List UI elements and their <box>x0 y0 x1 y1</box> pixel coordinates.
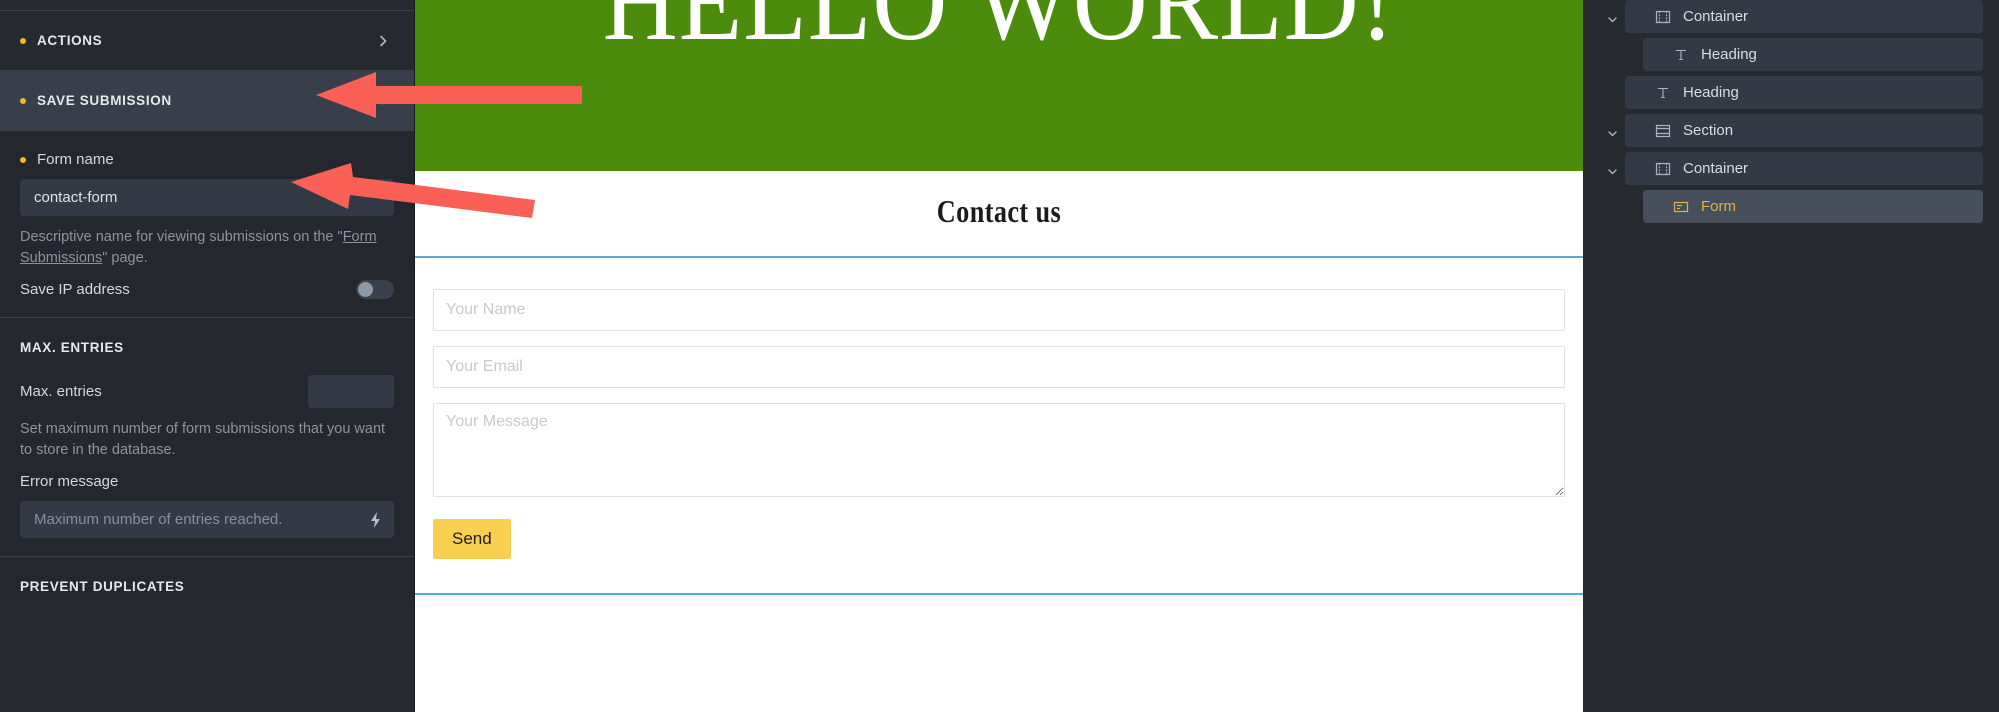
layer-line: Container <box>1599 152 1983 190</box>
form-name-status-dot <box>20 156 26 163</box>
container-icon <box>1651 9 1675 25</box>
editor-window: ACTIONS SAVE SUBMISSION Form name Descri… <box>0 0 1999 712</box>
save-submission-body: Form name Descriptive name for viewing s… <box>0 131 414 319</box>
layer-label: Section <box>1683 122 1734 139</box>
panel-top-divider <box>0 0 414 11</box>
container-icon <box>1651 161 1675 177</box>
your-name-input[interactable] <box>433 289 1565 331</box>
form-name-help-prefix: Descriptive name for viewing submissions… <box>20 229 343 245</box>
form-name-input[interactable] <box>20 179 394 216</box>
layer-label: Container <box>1683 160 1749 177</box>
layer-row-container[interactable]: Container <box>1625 152 1983 185</box>
form-name-help-text: Descriptive name for viewing submissions… <box>20 227 394 268</box>
max-entries-help-text: Set maximum number of form submissions t… <box>20 421 386 458</box>
max-entries-label: Max. entries <box>20 383 102 401</box>
prevent-duplicates-heading: PREVENT DUPLICATES <box>20 579 185 595</box>
chevron-down-icon[interactable] <box>1599 14 1625 25</box>
layers-panel: Container Heading Heading Section Contai… <box>1583 0 1999 712</box>
max-entries-row: Max. entries <box>20 375 394 409</box>
layer-line: Section <box>1599 114 1983 152</box>
error-message-input[interactable] <box>20 501 394 539</box>
form-name-help-suffix: " page. <box>102 249 148 266</box>
your-message-textarea[interactable] <box>433 403 1565 497</box>
prevent-duplicates-section[interactable]: PREVENT DUPLICATES <box>0 557 414 595</box>
layer-line: Container <box>1599 0 1983 38</box>
layer-row-heading[interactable]: Heading <box>1625 76 1983 109</box>
settings-panel: ACTIONS SAVE SUBMISSION Form name Descri… <box>0 0 415 712</box>
layer-line: Form <box>1599 190 1983 228</box>
save-submission-section-title: SAVE SUBMISSION <box>37 93 172 108</box>
chevron-down-icon <box>376 94 390 108</box>
save-submission-section-header[interactable]: SAVE SUBMISSION <box>0 71 414 131</box>
layer-label: Heading <box>1683 84 1739 101</box>
actions-status-dot <box>20 37 26 44</box>
layer-row-container[interactable]: Container <box>1625 0 1983 33</box>
error-message-field <box>20 501 394 539</box>
hero-section[interactable]: HELLO WORLD! <box>415 0 1583 171</box>
max-entries-input[interactable] <box>308 375 394 409</box>
layer-row-heading[interactable]: Heading <box>1643 38 1983 71</box>
layer-label: Heading <box>1701 46 1757 63</box>
toggle-knob <box>358 282 373 298</box>
layer-line: Heading <box>1599 38 1983 76</box>
save-ip-label: Save IP address <box>20 281 130 299</box>
save-submission-status-dot <box>20 97 26 104</box>
layer-label: Container <box>1683 8 1749 25</box>
form-name-label: Form name <box>37 151 114 168</box>
section-icon <box>1651 123 1675 139</box>
contact-heading[interactable]: Contact us <box>520 171 1478 256</box>
form-icon <box>1669 199 1693 215</box>
save-ip-toggle[interactable] <box>356 280 394 300</box>
layer-row-section[interactable]: Section <box>1625 114 1983 147</box>
your-email-input[interactable] <box>433 346 1565 388</box>
form-name-label-row: Form name <box>20 151 394 168</box>
text-type-icon <box>1651 86 1675 100</box>
layer-row-form[interactable]: Form <box>1643 190 1983 223</box>
page-canvas: HELLO WORLD! Contact us Send <box>415 0 1583 712</box>
save-ip-row: Save IP address <box>20 280 394 300</box>
max-entries-heading: MAX. ENTRIES <box>20 340 124 356</box>
contact-form[interactable]: Send <box>415 256 1583 595</box>
chevron-right-icon <box>376 34 390 48</box>
max-entries-section: MAX. ENTRIES Max. entries Set maximum nu… <box>0 318 414 558</box>
text-type-icon <box>1669 48 1693 62</box>
chevron-down-icon[interactable] <box>1599 166 1625 177</box>
layer-line: Heading <box>1599 76 1983 114</box>
chevron-down-icon[interactable] <box>1599 128 1625 139</box>
error-message-label: Error message <box>20 473 119 491</box>
send-button[interactable]: Send <box>433 519 511 559</box>
hero-heading[interactable]: HELLO WORLD! <box>415 0 1583 66</box>
layer-label: Form <box>1701 198 1736 215</box>
actions-section-title: ACTIONS <box>37 33 103 48</box>
actions-section-header[interactable]: ACTIONS <box>0 11 414 71</box>
